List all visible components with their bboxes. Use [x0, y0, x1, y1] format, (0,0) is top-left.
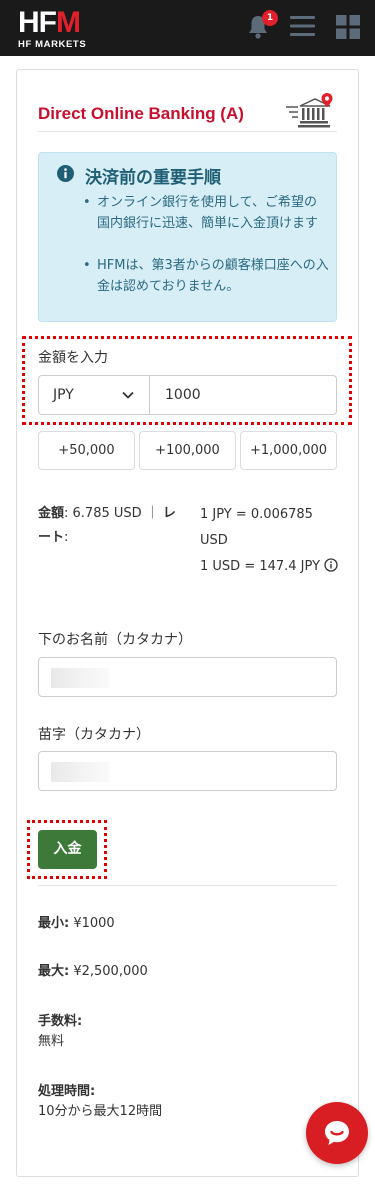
payment-method-title: Direct Online Banking (A) — [38, 104, 244, 123]
chat-bubble-icon — [325, 1121, 349, 1145]
rate-line-1: 1 JPY = 0.006785 USD — [200, 507, 313, 548]
logo-text-m: M — [56, 6, 81, 39]
quick-amount-1000000-button[interactable]: +1,000,000 — [240, 431, 337, 470]
notification-badge: 1 — [262, 10, 278, 26]
logo-subtitle: HF MARKETS — [18, 39, 87, 50]
notice-bullet: • オンライン銀行を使用して、ご希望の国内銀行に迅速、簡単に入金頂けます — [83, 195, 319, 231]
notice-title: 決済前の重要手順 — [85, 168, 221, 188]
currency-select[interactable]: JPY — [38, 375, 150, 415]
title-divider — [38, 131, 337, 132]
processing-time: 処理時間: 10分から最大12時間 — [38, 1084, 163, 1119]
quick-amount-100000-button[interactable]: +100,000 — [139, 431, 236, 470]
bank-location-icon — [286, 93, 333, 128]
info-circle-icon — [57, 165, 74, 182]
amount-label: 金額を入力 — [38, 350, 108, 366]
info-icon[interactable] — [324, 558, 338, 572]
top-nav-bar: HF M HF MARKETS 1 — [0, 0, 375, 56]
redacted-value — [51, 762, 109, 782]
first-name-input[interactable] — [38, 657, 337, 697]
currency-value: JPY — [53, 387, 74, 403]
live-chat-button[interactable] — [306, 1102, 368, 1164]
rate-line-2: 1 USD = 147.4 JPY — [200, 554, 340, 580]
quick-amount-50000-button[interactable]: +50,000 — [38, 431, 135, 470]
last-name-input[interactable] — [38, 751, 337, 791]
minimum-amount: 最小: ¥1000 — [38, 916, 115, 931]
deposit-button[interactable]: 入金 — [38, 830, 97, 869]
chevron-down-icon — [122, 391, 134, 399]
maximum-amount: 最大: ¥2,500,000 — [38, 964, 148, 979]
last-name-label: 苗字（カタカナ） — [38, 727, 150, 743]
section-divider — [38, 885, 337, 886]
amount-input[interactable]: 1000 — [149, 375, 337, 415]
grid-icon[interactable] — [336, 15, 360, 39]
amount-value: 1000 — [165, 387, 201, 403]
notice-bullet: • HFMは、第3者からの顧客様口座への入金は認めておりません。 — [83, 258, 329, 294]
hfm-logo[interactable]: HF M HF MARKETS — [18, 8, 86, 51]
redacted-value — [51, 668, 109, 688]
exchange-rate: 1 JPY = 0.006785 USD 1 USD = 147.4 JPY — [200, 502, 340, 580]
fee-info: 手数料: 無料 — [38, 1014, 83, 1049]
converted-amount: 金額: 6.785 USD ｜ レート: — [38, 506, 176, 545]
first-name-label: 下のお名前（カタカナ） — [38, 632, 192, 648]
hamburger-menu-icon[interactable] — [290, 15, 315, 37]
logo-text-hf: HF — [18, 6, 57, 39]
